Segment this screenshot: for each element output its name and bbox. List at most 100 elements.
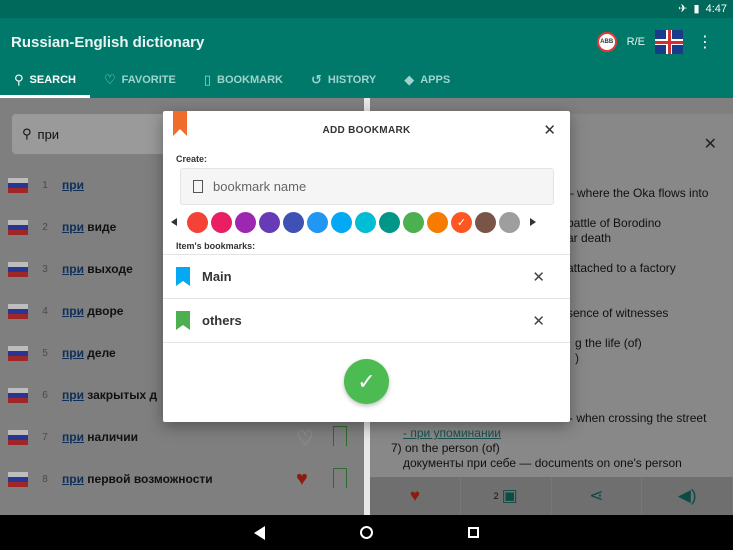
bookmark-count-button[interactable]: 2 ▣ [461, 477, 552, 515]
close-icon[interactable]: ✕ [543, 121, 556, 139]
tab-label: APPS [420, 74, 451, 86]
tab-label: FAVORITE [121, 74, 176, 86]
item-word: при наличии [62, 430, 138, 444]
color-swatch[interactable] [403, 211, 424, 233]
color-swatch-selected[interactable]: ✓ [451, 211, 472, 233]
article-line: battle of Borodino [567, 216, 662, 230]
bookmark-icon: ▯ [203, 72, 211, 87]
list-item[interactable]: 8 при первой возможности ♥ [0, 458, 364, 500]
share-icon[interactable]: ⋖ [552, 477, 643, 515]
tab-bar: ⚲ SEARCH ♡ FAVORITE ▯ BOOKMARK ↺ HISTORY… [0, 62, 464, 98]
bookmark-row[interactable]: others ✕ [163, 299, 570, 343]
scroll-right-icon[interactable] [530, 218, 536, 226]
russian-flag-icon [8, 471, 28, 487]
article-line: sence of witnesses [567, 306, 669, 320]
items-bookmarks-label: Item's bookmarks: [176, 241, 256, 251]
item-word: при выходе [62, 262, 133, 276]
bookmark-icon [193, 180, 203, 193]
tab-apps[interactable]: ◆ APPS [390, 62, 464, 98]
color-swatch[interactable] [259, 211, 280, 233]
color-swatch[interactable] [475, 211, 496, 233]
tab-search[interactable]: ⚲ SEARCH [0, 62, 90, 98]
back-icon[interactable] [254, 525, 265, 540]
speaker-icon[interactable]: ◀) [642, 477, 733, 515]
article-line: ar death [567, 231, 612, 245]
tab-label: SEARCH [29, 74, 76, 86]
color-swatch[interactable] [379, 211, 400, 233]
favorite-heart-icon[interactable]: ♥ [370, 477, 461, 515]
bookmark-name-input[interactable] [213, 179, 533, 194]
russian-flag-icon [8, 387, 28, 403]
bookmark-name-field[interactable] [180, 168, 554, 205]
status-time: 4:47 [705, 3, 727, 15]
color-swatch[interactable] [427, 211, 448, 233]
search-icon: ⚲ [14, 72, 24, 87]
color-swatch[interactable] [283, 211, 304, 233]
russian-flag-icon [8, 345, 28, 361]
uk-flag-icon[interactable] [655, 30, 683, 54]
item-number: 5 [42, 347, 48, 359]
app-actions: ABB R/E ⋮ [596, 30, 717, 54]
article-line: attached to a factory [567, 261, 676, 275]
tab-label: HISTORY [327, 74, 377, 86]
bookmark-icon [176, 311, 190, 330]
bookmark-name: others [202, 313, 242, 328]
tab-history[interactable]: ↺ HISTORY [297, 62, 390, 98]
remove-bookmark-icon[interactable]: ✕ [532, 312, 545, 330]
bookmark-count: 2 [493, 491, 499, 501]
item-word: при первой возможности [62, 472, 213, 486]
bookmark-name: Main [202, 269, 232, 284]
favorite-heart-icon[interactable]: ♡ [296, 426, 314, 451]
add-bookmark-icon[interactable] [333, 426, 347, 446]
favorite-heart-icon[interactable]: ♥ [296, 468, 308, 491]
search-query: при [37, 126, 60, 142]
app-bar: Russian-English dictionary ABB R/E ⋮ ⚲ S… [0, 18, 733, 98]
color-swatch[interactable] [307, 211, 328, 233]
russian-flag-icon [8, 219, 28, 235]
article-line: g the life (of) [575, 336, 642, 350]
dialog-title: ADD BOOKMARK [322, 125, 411, 136]
remove-bookmark-icon[interactable]: ✕ [532, 268, 545, 286]
article-line: документы при себе — documents on one's … [403, 456, 682, 470]
add-bookmark-icon[interactable] [333, 468, 347, 488]
item-number: 6 [42, 389, 48, 401]
close-icon[interactable]: ✕ [704, 134, 717, 154]
tab-favorite[interactable]: ♡ FAVORITE [90, 62, 190, 98]
item-number: 8 [42, 473, 48, 485]
check-icon: ✓ [357, 368, 376, 394]
list-item[interactable]: 7 при наличии ♡ [0, 416, 364, 458]
item-word: при [62, 178, 84, 192]
add-bookmark-dialog: ADD BOOKMARK ✕ Create: ✓ Item's bookmark… [163, 111, 570, 422]
abbreviations-icon[interactable]: ABB [596, 32, 617, 52]
bookmark-row[interactable]: Main ✕ [163, 255, 570, 299]
article-line: - when crossing the street [569, 411, 707, 425]
russian-flag-icon [8, 261, 28, 277]
tab-bookmark[interactable]: ▯ BOOKMARK [190, 62, 297, 98]
color-swatch[interactable] [331, 211, 352, 233]
item-number: 2 [42, 221, 48, 233]
scroll-left-icon[interactable] [171, 218, 177, 226]
item-number: 7 [42, 431, 48, 443]
tab-label: BOOKMARK [217, 74, 283, 86]
color-swatch[interactable] [499, 211, 520, 233]
bookmark-list: Main ✕ others ✕ [163, 254, 570, 343]
language-direction-label[interactable]: R/E [627, 36, 645, 48]
search-icon: ⚲ [22, 126, 32, 141]
confirm-button[interactable]: ✓ [344, 359, 389, 404]
color-swatch[interactable] [187, 211, 208, 233]
item-number: 1 [42, 179, 48, 191]
home-icon[interactable] [360, 526, 373, 539]
color-picker: ✓ [171, 210, 562, 234]
color-swatches: ✓ [187, 211, 520, 233]
color-swatch[interactable] [235, 211, 256, 233]
color-swatch[interactable] [211, 211, 232, 233]
item-number: 4 [42, 305, 48, 317]
item-word: при закрытых д [62, 388, 158, 402]
article-link[interactable]: - при упоминании [403, 426, 501, 440]
color-swatch[interactable] [355, 211, 376, 233]
navigation-bar [0, 515, 733, 550]
battery-icon: ▮ [693, 2, 700, 15]
recents-icon[interactable] [468, 527, 479, 538]
app-title: Russian-English dictionary [11, 34, 205, 51]
more-options-icon[interactable]: ⋮ [693, 32, 717, 52]
